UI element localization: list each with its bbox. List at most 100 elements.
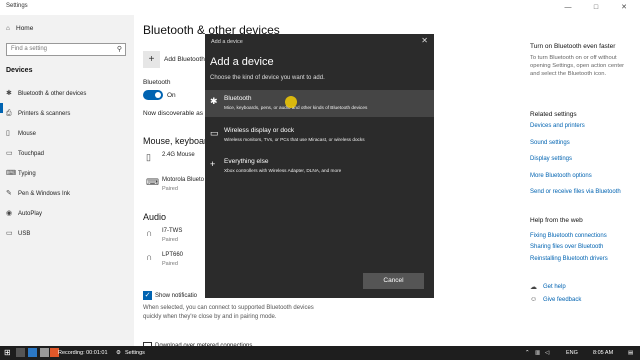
link-sharing-files[interactable]: Sharing files over Bluetooth bbox=[530, 244, 603, 250]
sidebar-item-mouse[interactable]: ▯ Mouse bbox=[6, 129, 36, 139]
notification-icon[interactable]: ▤ bbox=[628, 346, 633, 360]
notification-desc-line1: When selected, you can connect to suppor… bbox=[143, 305, 314, 311]
cursor-highlight bbox=[285, 96, 297, 108]
dialog-subtitle: Choose the kind of device you want to ad… bbox=[210, 75, 325, 81]
option-desc: Xbox controllers with Wireless Adapter, … bbox=[224, 168, 342, 173]
sidebar-item-typing[interactable]: ⌨ Typing bbox=[6, 169, 36, 179]
search-placeholder: Find a setting bbox=[11, 46, 48, 52]
sidebar-item-usb[interactable]: ▭ USB bbox=[6, 229, 30, 239]
headphones-icon: ∩ bbox=[146, 228, 153, 238]
title-bar: Settings — □ ✕ bbox=[0, 0, 640, 15]
tray-chevron-icon[interactable]: ⌃ bbox=[525, 346, 530, 360]
pen-icon: ✎ bbox=[6, 190, 12, 197]
help-heading: Help from the web bbox=[530, 217, 583, 224]
turn-on-heading: Turn on Bluetooth even faster bbox=[530, 43, 616, 50]
option-bluetooth[interactable]: ✱ Bluetooth Mice, keyboards, pens, or au… bbox=[205, 90, 434, 117]
device-status: Paired bbox=[162, 237, 178, 243]
dialog-heading: Add a device bbox=[210, 56, 274, 68]
show-notifications-label: Show notificatio bbox=[155, 293, 198, 299]
sidebar-item-label: Bluetooth & other devices bbox=[18, 91, 87, 97]
related-settings-heading: Related settings bbox=[530, 111, 577, 118]
help-icon: ☁ bbox=[530, 284, 537, 291]
maximize-button[interactable]: □ bbox=[584, 0, 608, 15]
link-give-feedback[interactable]: Give feedback bbox=[543, 297, 581, 303]
turn-on-desc: To turn Bluetooth on or off without open… bbox=[530, 55, 625, 77]
network-icon[interactable]: ▥ bbox=[535, 346, 540, 360]
option-desc: Wireless monitors, TVs, or PCs that use … bbox=[224, 137, 365, 142]
volume-icon[interactable]: ◁ bbox=[545, 346, 549, 360]
gear-icon: ⚙ bbox=[116, 350, 121, 356]
notification-desc-line2: quickly when they're close by and in pai… bbox=[143, 314, 277, 320]
option-name: Wireless display or dock bbox=[224, 127, 295, 134]
bluetooth-icon: ✱ bbox=[210, 96, 218, 106]
dialog-close-icon[interactable]: ✕ bbox=[421, 36, 428, 45]
toggle-state: On bbox=[167, 92, 176, 99]
sidebar-item-bluetooth[interactable]: ✱ Bluetooth & other devices bbox=[6, 89, 86, 99]
sidebar-item-pen[interactable]: ✎ Pen & Windows Ink bbox=[6, 189, 70, 199]
sidebar-item-label: USB bbox=[18, 231, 31, 237]
option-everything-else[interactable]: + Everything else Xbox controllers with … bbox=[205, 153, 434, 180]
window-title: Settings bbox=[6, 3, 28, 9]
bluetooth-icon: ✱ bbox=[6, 90, 12, 97]
taskbar-time[interactable]: 8:05 AM bbox=[593, 346, 613, 360]
feedback-icon: ☺ bbox=[530, 296, 538, 303]
device-status: Paired bbox=[162, 186, 178, 192]
sidebar-item-autoplay[interactable]: ◉ AutoPlay bbox=[6, 209, 42, 219]
device-name: Motorola Blueto bbox=[162, 177, 205, 183]
sidebar-item-touchpad[interactable]: ▭ Touchpad bbox=[6, 149, 44, 159]
taskbar-lang[interactable]: ENG bbox=[566, 346, 578, 360]
cancel-button[interactable]: Cancel bbox=[363, 273, 424, 289]
taskbar-recording[interactable]: Recording: 00:01:01 bbox=[58, 346, 108, 360]
taskbar: ⊞ Recording: 00:01:01 ⚙ Settings ⌃ ▥ ◁ E… bbox=[0, 346, 640, 360]
section-title-devices: Devices bbox=[6, 67, 33, 74]
home-icon: ⌂ bbox=[6, 25, 10, 32]
audio-heading: Audio bbox=[143, 212, 167, 222]
link-more-bluetooth[interactable]: More Bluetooth options bbox=[530, 173, 592, 179]
option-wireless-display[interactable]: ▭ Wireless display or dock Wireless moni… bbox=[205, 122, 434, 149]
link-reinstalling-drivers[interactable]: Reinstalling Bluetooth drivers bbox=[530, 256, 608, 262]
option-name: Everything else bbox=[224, 158, 269, 165]
device-status: Paired bbox=[162, 261, 178, 267]
dialog-title-bar: Add a device bbox=[211, 39, 243, 45]
explorer-icon[interactable] bbox=[28, 348, 37, 357]
autoplay-icon: ◉ bbox=[6, 210, 13, 217]
show-notifications-checkbox[interactable]: ✓ bbox=[143, 291, 152, 300]
option-name: Bluetooth bbox=[224, 95, 252, 102]
usb-icon: ▭ bbox=[6, 230, 13, 237]
taskbar-settings[interactable]: Settings bbox=[125, 346, 145, 360]
link-fixing-connections[interactable]: Fixing Bluetooth connections bbox=[530, 233, 607, 239]
sidebar-item-label: AutoPlay bbox=[18, 211, 43, 217]
link-get-help[interactable]: Get help bbox=[543, 284, 566, 290]
minimize-button[interactable]: — bbox=[556, 0, 580, 15]
touchpad-icon: ▭ bbox=[6, 150, 13, 157]
add-device-dialog: Add a device ✕ Add a device Choose the k… bbox=[205, 34, 434, 298]
link-devices-printers[interactable]: Devices and printers bbox=[530, 123, 585, 129]
add-device-button[interactable]: + bbox=[143, 51, 160, 68]
monitor-icon: ▭ bbox=[210, 128, 219, 138]
close-button[interactable]: ✕ bbox=[612, 0, 636, 15]
nav-home[interactable]: ⌂ Home bbox=[6, 25, 33, 32]
sidebar-item-label: Typing bbox=[18, 171, 36, 177]
sidebar: ⌂ Home Find a setting ⚲ Devices ✱ Bluetoot… bbox=[0, 15, 134, 346]
keyboard-icon: ⌨ bbox=[146, 177, 159, 187]
bluetooth-toggle[interactable] bbox=[143, 90, 163, 100]
sidebar-item-printers[interactable]: ⎙ Printers & scanners bbox=[6, 109, 70, 119]
plus-icon: + bbox=[148, 54, 155, 65]
sidebar-item-label: Mouse bbox=[18, 131, 37, 137]
link-send-receive[interactable]: Send or receive files via Bluetooth bbox=[530, 189, 621, 195]
nav-home-label: Home bbox=[16, 25, 34, 32]
link-sound-settings[interactable]: Sound settings bbox=[530, 140, 570, 146]
search-input[interactable]: Find a setting ⚲ bbox=[6, 43, 126, 56]
search-icon: ⚲ bbox=[116, 46, 122, 53]
discoverable-text: Now discoverable as " bbox=[143, 110, 208, 117]
device-name: 2.4G Mouse bbox=[162, 152, 195, 158]
app-icon[interactable] bbox=[16, 348, 25, 357]
start-icon[interactable]: ⊞ bbox=[4, 346, 11, 360]
mouse-keyboard-heading: Mouse, keyboard bbox=[143, 136, 213, 146]
add-device-label[interactable]: Add Bluetooth bbox=[164, 56, 205, 63]
device-name: I7-TWS bbox=[162, 228, 183, 234]
link-display-settings[interactable]: Display settings bbox=[530, 156, 572, 162]
app-icon[interactable] bbox=[40, 348, 49, 357]
bluetooth-label: Bluetooth bbox=[143, 79, 171, 86]
nav-selection-indicator bbox=[0, 103, 3, 113]
